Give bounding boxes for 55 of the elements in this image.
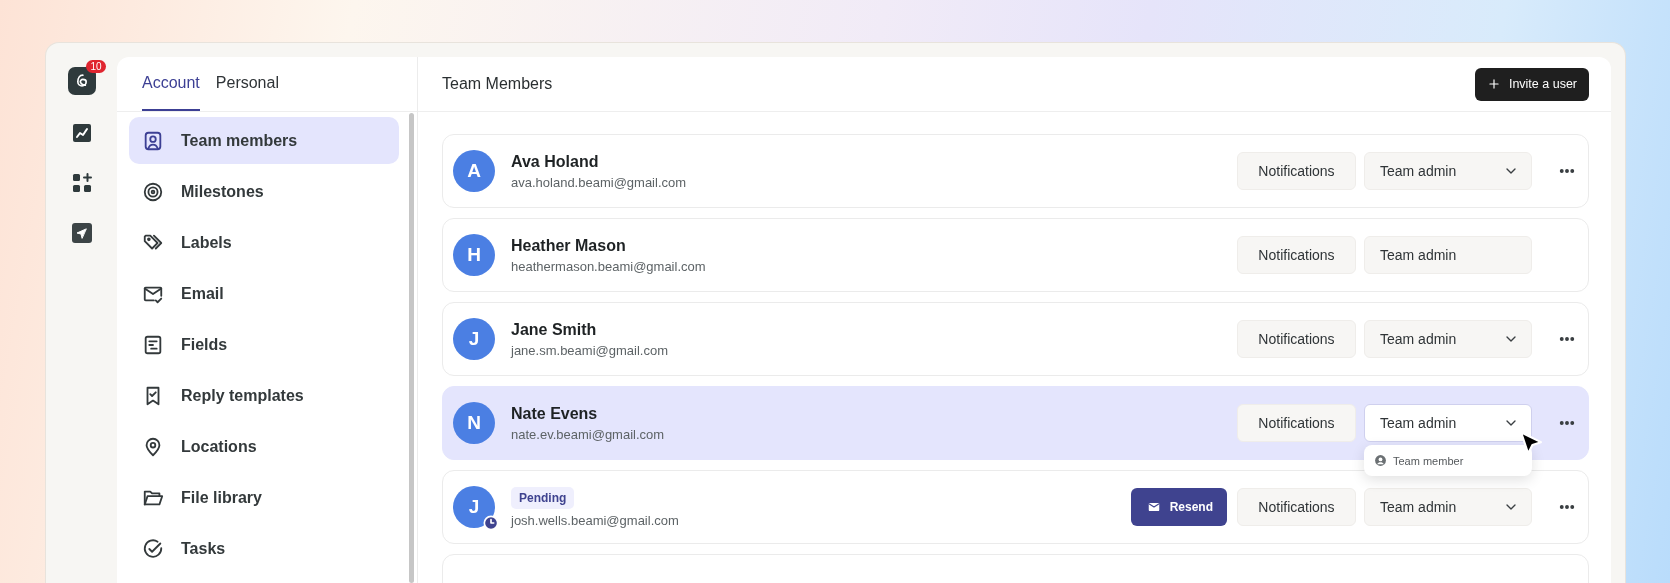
avatar: A (453, 150, 495, 192)
sidebar-item[interactable]: Tasks (129, 525, 399, 572)
target-icon (142, 180, 164, 203)
send-icon[interactable] (69, 221, 94, 245)
tab[interactable]: Account (142, 57, 200, 111)
notifications-button[interactable]: Notifications (1237, 404, 1356, 442)
role-dropdown[interactable]: Team admin (1364, 320, 1532, 358)
invite-user-button[interactable]: Invite a user (1474, 67, 1589, 101)
member-email: josh.wells.beami@gmail.com (511, 512, 679, 528)
role-dropdown[interactable]: Team admin (1364, 404, 1532, 442)
status-badge: Pending (511, 486, 575, 509)
sidebar-item[interactable]: Milestones (129, 168, 399, 215)
sidebar-item[interactable]: Labels (129, 219, 399, 266)
role-dropdown[interactable]: Team admin (1364, 488, 1532, 526)
scrollbar[interactable] (409, 113, 414, 583)
member-card[interactable]: A Ava Holand ava.holand.beami@gmail.com Notifications Team admin (442, 134, 1589, 208)
role-dropdown[interactable]: Team admin (1364, 236, 1532, 274)
notifications-button[interactable]: Notifications (1237, 320, 1356, 358)
check-circle-icon (142, 537, 164, 560)
member-card[interactable]: J Pending josh.wells.beami@gmail.com Resend Notifications Team admin (442, 470, 1589, 544)
sidebar-item[interactable]: Reply templates (129, 372, 399, 419)
avatar: J (453, 318, 495, 360)
sidebar-item[interactable]: Email (129, 270, 399, 317)
menu-option[interactable]: Team member (1374, 454, 1522, 467)
user-icon (142, 129, 164, 152)
role-dropdown[interactable]: Team admin (1364, 152, 1532, 190)
notifications-button[interactable]: Notifications (1237, 152, 1356, 190)
member-card[interactable]: H Heather Mason heathermason.beami@gmail.com Notifications Team admin (442, 218, 1589, 292)
notification-badge: 10 (86, 60, 106, 73)
mail-icon (1146, 500, 1161, 514)
avatar: J (453, 486, 495, 528)
sidebar-item[interactable]: File library (129, 474, 399, 521)
member-email: heathermason.beami@gmail.com (511, 258, 706, 274)
avatar: N (453, 402, 495, 444)
clock-icon (483, 515, 499, 531)
avatar: H (453, 234, 495, 276)
member-name: Heather Mason (511, 236, 626, 255)
tab[interactable]: Personal (215, 57, 279, 111)
member-email: jane.sm.beami@gmail.com (511, 342, 668, 358)
member-name: Nate Evens (511, 404, 598, 423)
notifications-button[interactable]: Notifications (1237, 236, 1356, 274)
document-icon (142, 333, 164, 356)
plus-icon (1486, 77, 1501, 91)
user-icon (1374, 454, 1387, 467)
member-email: ava.holand.beami@gmail.com (511, 174, 687, 190)
sidebar-item[interactable]: Team members (129, 117, 399, 164)
page-title: Team Members (442, 75, 553, 93)
member-email: nate.ev.beami@gmail.com (511, 426, 665, 442)
resend-button[interactable]: Resend (1130, 488, 1227, 526)
sidebar-item[interactable]: Fields (129, 321, 399, 368)
notifications-button[interactable]: Notifications (1237, 488, 1356, 526)
member-card[interactable]: J Jane Smith jane.sm.beami@gmail.com Notifications Team admin (442, 302, 1589, 376)
member-name: Jane Smith (511, 320, 597, 339)
sidebar-item[interactable]: Locations (129, 423, 399, 470)
member-name: Ava Holand (511, 152, 599, 171)
